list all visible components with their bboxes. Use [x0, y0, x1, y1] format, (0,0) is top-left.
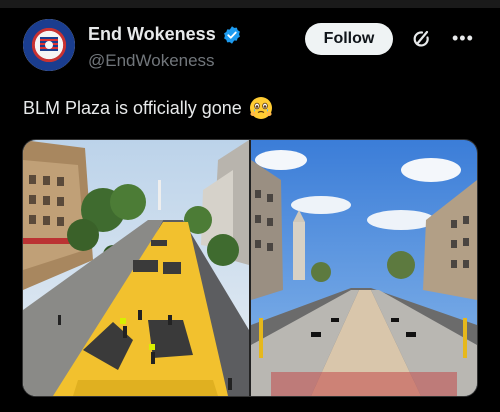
tweet-media[interactable]	[22, 139, 478, 397]
tweet-text-row: BLM Plaza is officially gone	[23, 95, 274, 121]
grok-icon[interactable]	[410, 27, 434, 51]
face-holding-back-tears-icon	[249, 97, 272, 119]
author-name-row: End Wokeness	[88, 24, 242, 45]
follow-button[interactable]: Follow	[305, 23, 393, 55]
top-divider	[0, 0, 500, 8]
author-handle[interactable]: @EndWokeness	[88, 51, 215, 71]
left-photo-blm-mural[interactable]	[23, 140, 249, 396]
more-icon[interactable]: •••	[452, 28, 474, 49]
right-photo-mural-removed[interactable]	[251, 140, 477, 396]
tweet-text: BLM Plaza is officially gone	[23, 97, 242, 118]
display-name[interactable]: End Wokeness	[88, 24, 216, 45]
verified-badge-icon	[223, 25, 240, 44]
avatar[interactable]	[23, 19, 75, 71]
